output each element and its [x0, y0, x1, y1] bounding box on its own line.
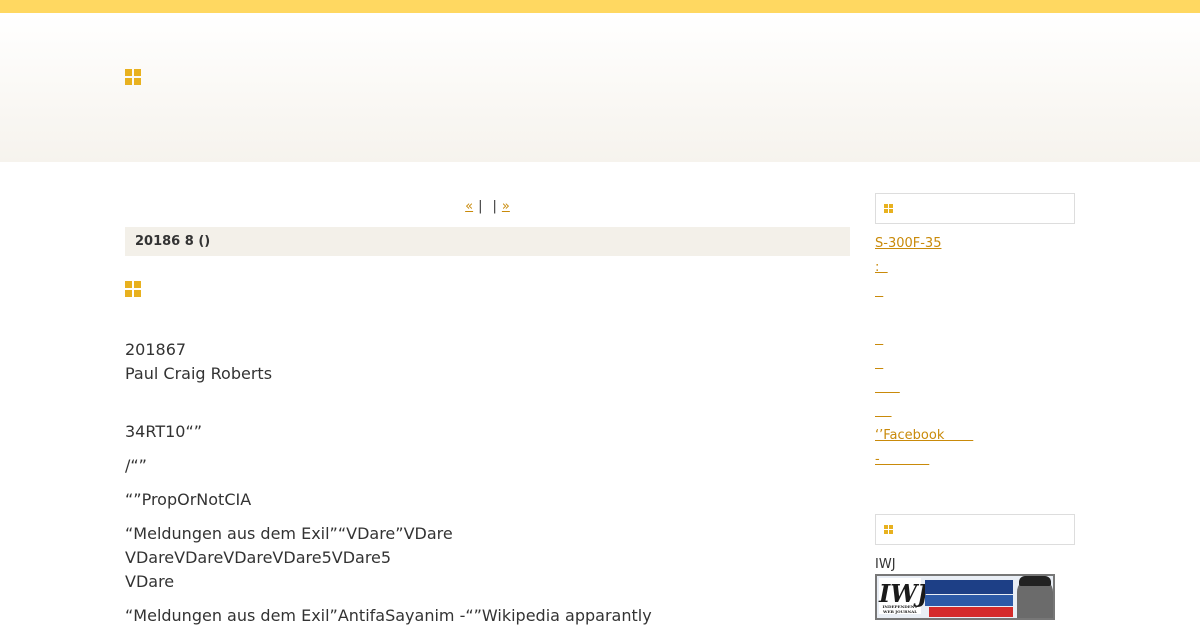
post-date-line: 201867	[125, 340, 187, 359]
banner-subheadline-strip	[925, 595, 1013, 606]
sidebar-link[interactable]: S-300F-35	[875, 236, 941, 251]
post-pager: « | | »	[125, 199, 850, 214]
iwj-label: IWJ	[875, 557, 896, 572]
post-paragraph: VDareVDareVDareVDare5VDare5	[125, 548, 392, 567]
sidebar-link[interactable]	[875, 356, 883, 371]
next-post-link[interactable]: »	[502, 199, 510, 214]
site-header	[0, 13, 1200, 162]
iwj-banner-ad[interactable]: IWJ INDEPENDENT WEB JOURNAL	[875, 574, 1055, 620]
banner-hat-image	[1019, 576, 1051, 586]
post-paragraph: /“”	[125, 456, 147, 475]
post-body: 201867 Paul Craig Roberts 34RT10“” /“” “…	[125, 338, 850, 630]
sidebar-link[interactable]	[875, 332, 883, 347]
sidebar-link[interactable]: :	[875, 260, 888, 275]
pager-separator: |	[478, 199, 483, 214]
sidebar-link[interactable]: ‘’Facebook	[875, 428, 973, 443]
sidebar-link[interactable]: -	[875, 452, 929, 467]
post-author: Paul Craig Roberts	[125, 364, 273, 383]
header-grid-icon	[125, 69, 141, 85]
post-paragraph: “”PropOrNotCIA	[125, 490, 252, 509]
post-paragraph: 34RT10“”	[125, 422, 203, 441]
top-accent-bar	[0, 0, 1200, 13]
small-grid-icon	[884, 525, 893, 534]
post-paragraph: “Meldungen aus dem Exil”AntifaSayanim -“…	[125, 606, 652, 625]
iwj-logo: IWJ INDEPENDENT WEB JOURNAL	[879, 578, 929, 614]
post-paragraph: “Meldungen aus dem Exil”“VDare”VDare	[125, 524, 453, 543]
post-paragraph: VDare	[125, 572, 175, 591]
small-grid-icon	[884, 204, 893, 213]
pager-separator: |	[492, 199, 497, 214]
sidebar-link[interactable]	[875, 404, 892, 419]
post-title-grid-icon	[125, 281, 141, 297]
sidebar-heading-box	[875, 193, 1075, 224]
banner-red-strip	[929, 607, 1013, 617]
sidebar-link[interactable]	[875, 284, 883, 299]
post-date-bar: 20186 8 ()	[125, 227, 850, 256]
sidebar-link[interactable]	[875, 380, 900, 395]
previous-post-link[interactable]: «	[465, 199, 473, 214]
banner-headline-strip	[925, 580, 1013, 594]
sidebar-heading-box	[875, 514, 1075, 545]
